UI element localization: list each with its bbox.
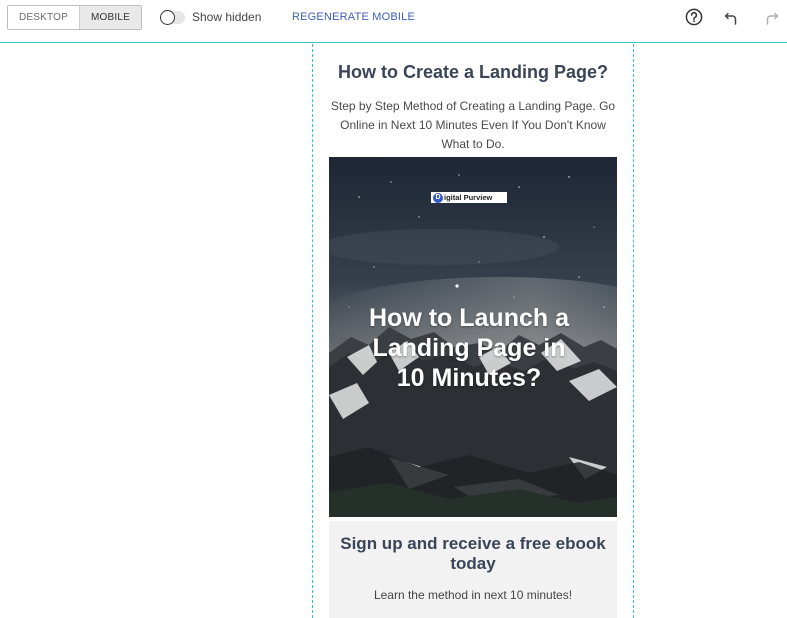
- logo-text: igital Purview: [444, 193, 493, 202]
- toggle-knob: [160, 9, 175, 25]
- editor-canvas: How to Create a Landing Page? Step by St…: [0, 44, 787, 618]
- signup-section[interactable]: Sign up and receive a free ebook today L…: [329, 521, 617, 618]
- redo-icon[interactable]: [762, 8, 780, 26]
- signup-title: Sign up and receive a free ebook today: [340, 534, 606, 573]
- show-hidden-toggle[interactable]: Show hidden: [160, 9, 261, 25]
- mobile-preview-frame: How to Create a Landing Page? Step by St…: [312, 44, 634, 618]
- mobile-view-button[interactable]: MOBILE: [79, 6, 141, 29]
- logo-letter: D: [433, 192, 443, 203]
- toggle-switch[interactable]: [160, 9, 185, 25]
- regenerate-mobile-button[interactable]: REGENERATE MOBILE: [292, 11, 415, 23]
- hero-title: How to Launch a Landing Page in 10 Minut…: [369, 304, 569, 392]
- brand-logo: D igital Purview: [431, 192, 507, 203]
- desktop-view-button[interactable]: DESKTOP: [8, 6, 79, 29]
- help-icon[interactable]: [685, 8, 703, 26]
- page-heading[interactable]: How to Create a Landing Page?: [313, 62, 633, 83]
- hero-image[interactable]: D igital Purview How to Launch a Landing…: [329, 157, 617, 517]
- show-hidden-label: Show hidden: [192, 10, 262, 24]
- view-mode-switch: DESKTOP MOBILE: [7, 5, 142, 30]
- page-subtext[interactable]: Step by Step Method of Creating a Landin…: [327, 97, 619, 154]
- signup-subtitle: Learn the method in next 10 minutes!: [373, 588, 573, 602]
- editor-toolbar: DESKTOP MOBILE Show hidden REGENERATE MO…: [0, 0, 787, 43]
- undo-icon[interactable]: [723, 8, 741, 26]
